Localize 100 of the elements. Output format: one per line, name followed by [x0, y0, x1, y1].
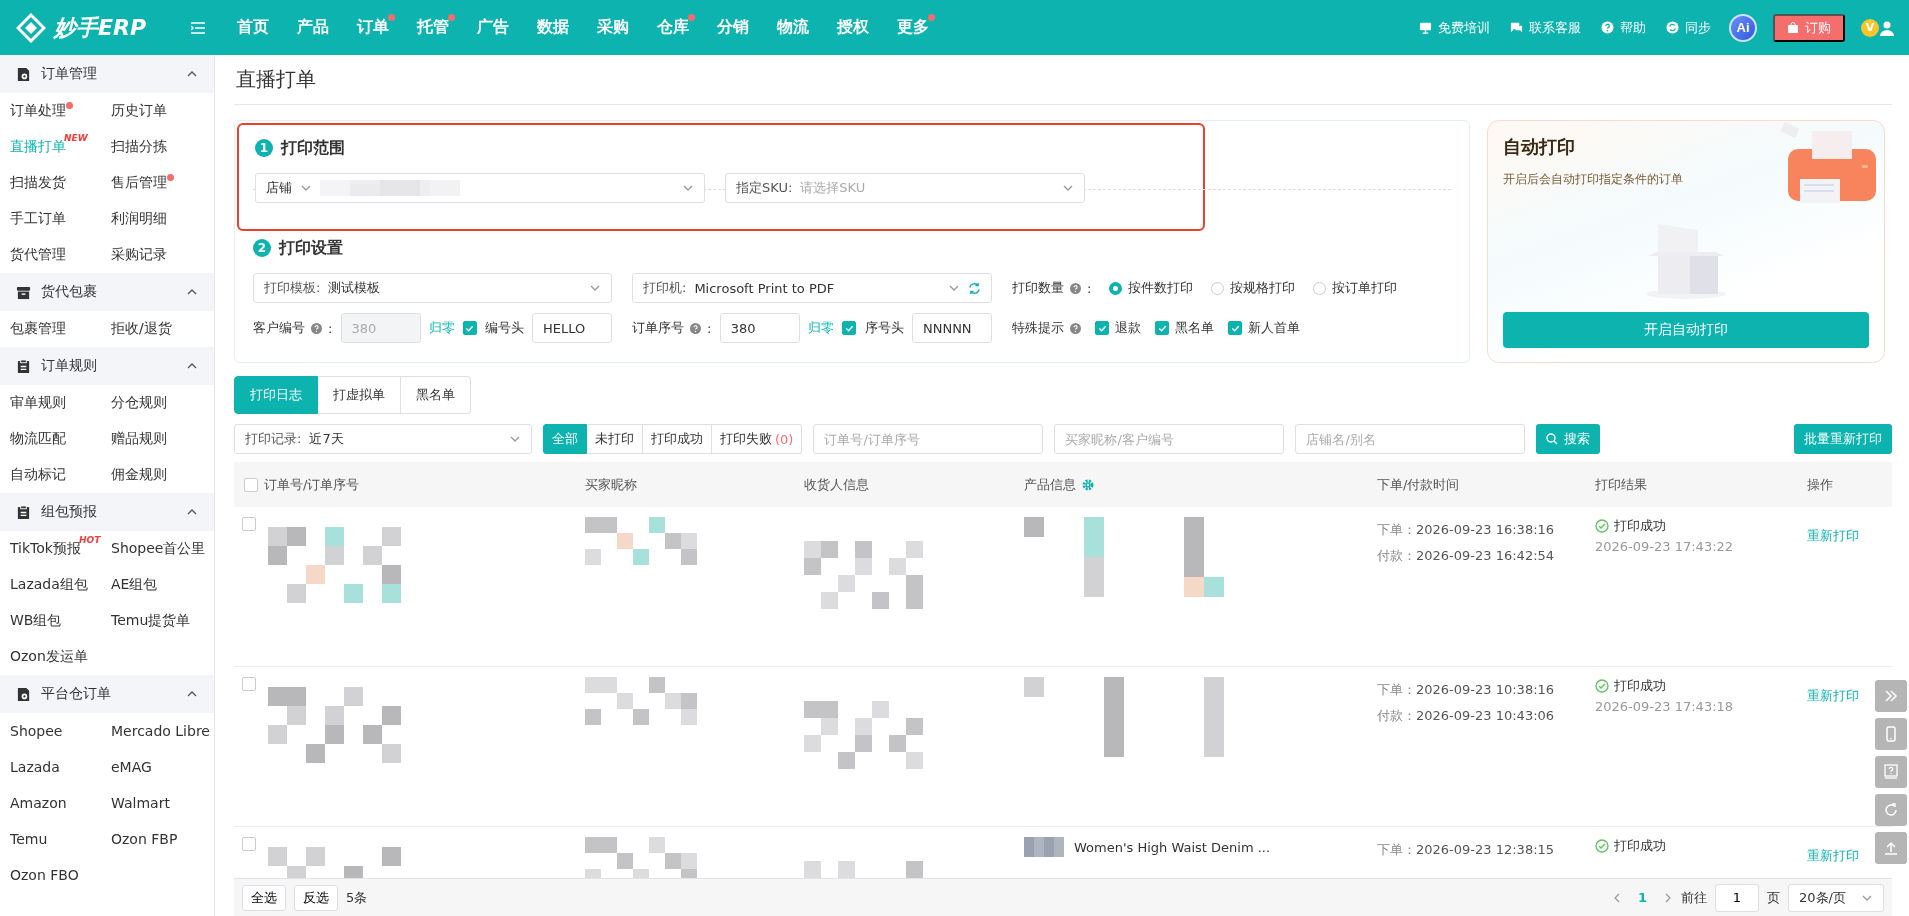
sidebar-item[interactable]: 扫描发货 — [0, 165, 101, 201]
document-gear-icon — [16, 66, 31, 82]
status-filter[interactable]: 打印成功 — [643, 424, 712, 454]
page-input[interactable]: 1 — [1715, 883, 1759, 912]
sidebar-item[interactable]: Shopee — [0, 713, 101, 749]
sidebar-item[interactable]: 扫描分拣 — [101, 129, 214, 165]
checkbox-label: 编号头 — [484, 319, 524, 337]
sidebar-item[interactable]: 包裹管理 — [0, 311, 101, 347]
checkbox[interactable] — [1155, 321, 1169, 335]
order-time: 下单：2026-09-23 16:38:16 — [1377, 521, 1555, 539]
print-status: 打印成功 — [1614, 677, 1666, 695]
sidebar-item[interactable]: 货代管理 — [0, 237, 101, 273]
sidebar-group-header[interactable]: 订单规则 — [0, 347, 214, 385]
sidebar-item[interactable]: 赠品规则 — [101, 421, 214, 457]
prefix-field[interactable]: NNNNN — [911, 313, 992, 343]
column-header: 操作 — [1807, 475, 1833, 494]
invert-selection-button[interactable]: 反选 — [294, 884, 338, 911]
status-filter[interactable]: 打印失败 (0) — [712, 424, 803, 454]
sidebar-item[interactable]: Ozon FBO — [0, 857, 101, 893]
next-page-icon[interactable] — [1663, 892, 1673, 903]
store-select[interactable]: 店铺 — [255, 173, 705, 203]
sidebar-item[interactable]: Amazon — [0, 785, 101, 821]
sidebar-item[interactable]: Walmart — [101, 785, 214, 821]
sidebar-item[interactable]: eMAG — [101, 749, 214, 785]
sidebar-item[interactable]: Temu — [0, 821, 101, 857]
radio-button[interactable] — [1313, 281, 1327, 295]
field-label: 特殊提示 — [1012, 319, 1064, 337]
radio-button[interactable] — [1109, 281, 1123, 295]
checkbox[interactable] — [242, 677, 256, 691]
clipboard-icon — [16, 358, 31, 374]
colon: : — [328, 320, 333, 336]
double-chevron-icon[interactable] — [1875, 680, 1907, 712]
check-circle-icon — [1595, 519, 1609, 533]
sidebar-group-header[interactable]: 订单管理 — [0, 55, 214, 93]
tab[interactable]: 打虚拟单 — [318, 376, 401, 414]
sidebar-item[interactable]: Ozon FBP — [101, 821, 214, 857]
checkbox[interactable] — [1228, 321, 1242, 335]
order-time: 下单：2026-09-23 10:38:16 — [1377, 681, 1555, 699]
column-header: 打印结果 — [1595, 475, 1647, 494]
select-all-button[interactable]: 全选 — [242, 884, 286, 911]
logo-icon — [16, 12, 46, 43]
sidebar-item[interactable]: 审单规则 — [0, 385, 101, 421]
sidebar-item[interactable]: 订单处理 — [0, 93, 101, 129]
checkbox[interactable] — [244, 477, 258, 492]
clipboard-icon — [16, 504, 31, 520]
radio-label: 按件数打印 — [1128, 279, 1194, 297]
template-select[interactable]: 打印模板: 测试模板 — [253, 273, 612, 303]
check-icon — [1230, 323, 1240, 333]
menu-icon[interactable] — [191, 21, 205, 34]
checkbox-label: 退款 — [1115, 319, 1141, 337]
sidebar-item[interactable]: 手工订单 — [0, 201, 101, 237]
sidebar-item[interactable]: AE组包 — [101, 567, 214, 603]
sidebar-item[interactable]: Ozon发运单 — [0, 639, 101, 675]
sidebar-item[interactable]: 采购记录 — [101, 237, 214, 273]
search-field[interactable]: 买家昵称/客户编号 — [1054, 424, 1285, 454]
chat-icon — [1510, 21, 1523, 34]
checkbox[interactable] — [1095, 321, 1109, 335]
help-manual-icon[interactable] — [1875, 756, 1907, 788]
sidebar-item[interactable]: WB组包 — [0, 603, 101, 639]
sidebar-group-header[interactable]: 组包预报 — [0, 493, 214, 531]
sidebar-group-header[interactable]: 平台仓订单 — [0, 675, 214, 713]
radio-button[interactable] — [1211, 281, 1225, 295]
search-field[interactable]: 店铺名/别名 — [1295, 424, 1526, 454]
back-to-top-icon[interactable] — [1875, 832, 1907, 864]
sidebar-item[interactable]: 佣金规则 — [101, 457, 214, 493]
number-field[interactable]: 380 — [719, 313, 800, 343]
sidebar-item[interactable]: 物流匹配 — [0, 421, 101, 457]
sidebar-item[interactable]: 自动标记 — [0, 457, 101, 493]
sidebar-item[interactable]: 分仓规则 — [101, 385, 214, 421]
user-icon[interactable] — [1879, 19, 1895, 36]
sidebar-group-header[interactable]: 货代包裹 — [0, 273, 214, 311]
settings-icon[interactable] — [1082, 478, 1094, 491]
help-icon — [1070, 282, 1081, 294]
printer-select[interactable]: 打印机: Microsoft Print to PDF — [632, 273, 992, 303]
search-field[interactable]: 订单号/订单序号 — [813, 424, 1044, 454]
page-title: 直播打单 — [234, 55, 1892, 105]
sidebar-item[interactable]: Lazada组包 — [0, 567, 101, 603]
refresh-icon[interactable] — [968, 281, 981, 295]
record-select[interactable]: 打印记录: 近7天 — [234, 424, 532, 454]
checkbox[interactable] — [242, 517, 256, 531]
sidebar-item[interactable]: 利润明细 — [101, 201, 214, 237]
checkbox[interactable] — [242, 837, 256, 851]
print-status: 打印成功 — [1614, 837, 1666, 855]
tab[interactable]: 黑名单 — [401, 376, 471, 414]
sidebar-item[interactable]: 拒收/退货 — [101, 311, 214, 347]
payment-time: 付款：2026-09-23 10:43:06 — [1377, 707, 1555, 725]
sidebar-item[interactable]: Shopee首公里 — [101, 531, 214, 567]
sidebar-item[interactable]: Temu提货单 — [101, 603, 214, 639]
ai-button[interactable]: Ai — [1729, 13, 1757, 42]
phone-icon[interactable] — [1875, 718, 1907, 750]
sidebar-item[interactable]: Lazada — [0, 749, 101, 785]
page-size-select[interactable]: 20条/页 — [1788, 883, 1884, 912]
sidebar-item[interactable]: Mercado Libre — [101, 713, 214, 749]
sidebar-item[interactable]: 历史订单 — [101, 93, 214, 129]
group-title: 平台仓订单 — [41, 685, 112, 703]
sidebar-item[interactable]: 售后管理 — [101, 165, 214, 201]
checkbox[interactable] — [842, 321, 857, 335]
status-filter[interactable]: 未打印 — [587, 424, 643, 454]
sku-select[interactable]: 指定SKU: 请选择SKU — [725, 173, 1085, 203]
refresh-icon[interactable] — [1875, 794, 1907, 826]
